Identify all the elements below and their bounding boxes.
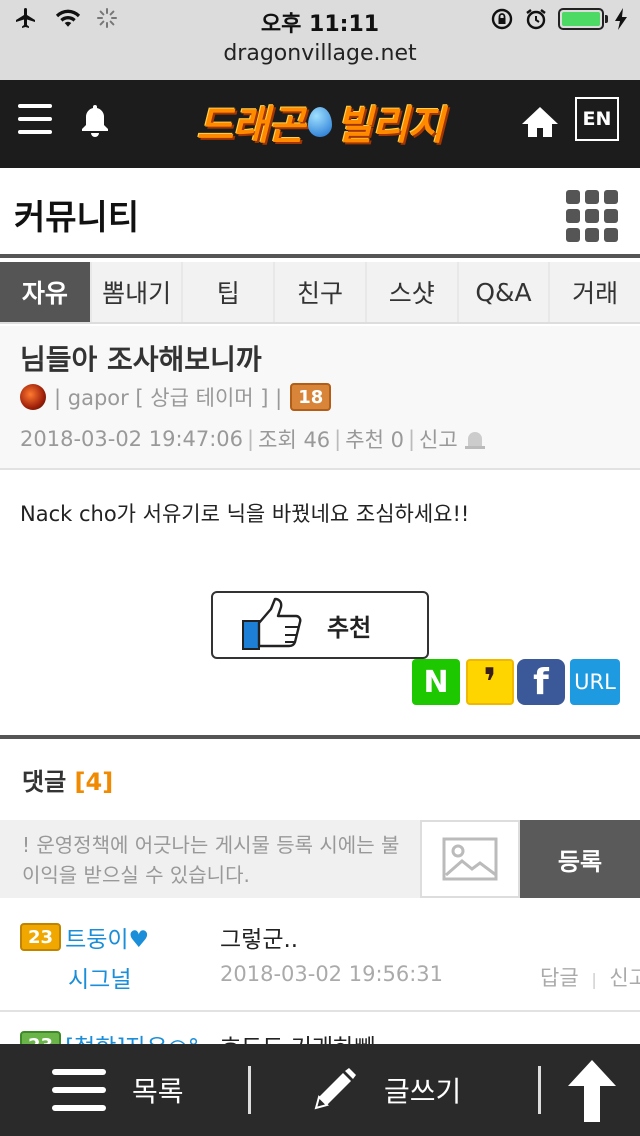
logo-text-right: 빌리지 [336,103,444,149]
action-separator: | [591,970,597,989]
write-button[interactable]: 글쓰기 [310,1044,461,1136]
comments-count: [4] [74,768,114,796]
copy-url-button[interactable]: URL [570,659,620,705]
url-bar[interactable]: dragonvillage.net [0,40,640,80]
report-link[interactable]: 신고 [419,424,458,454]
report-siren-icon[interactable] [462,428,488,450]
section-divider [0,735,640,739]
site-header: 드래곤 빌리지 EN [0,80,640,168]
post-author: | gapor [ 상급 테이머 ] | 18 [20,382,332,412]
tab-screenshots[interactable]: 스샷 [366,262,457,322]
tab-free[interactable]: 자유 [0,262,90,322]
comment-author-line2[interactable]: 시그널 [20,960,200,994]
notification-bell-icon[interactable] [78,102,112,138]
tab-qna[interactable]: Q&A [458,262,549,322]
tab-trade[interactable]: 거래 [550,262,640,322]
meta-separator: | [334,427,342,451]
comment-date: 2018-03-02 19:56:31 [220,962,444,986]
comment-item: 23 트둥이♥ 시그널 그렇군.. 2018-03-02 19:56:31 답글… [0,900,640,1012]
site-logo[interactable]: 드래곤 빌리지 [190,94,450,150]
list-label: 목록 [132,1075,184,1108]
list-button[interactable]: 목록 [52,1044,184,1136]
post-meta: 2018-03-02 19:47:06 | 조회 46 | 추천 0 | 신고 [20,424,488,454]
post-views: 조회 46 [258,428,331,452]
url-text: dragonvillage.net [223,41,417,66]
status-bar: 오후 11:11 [0,0,640,40]
bottom-toolbar: 목록 글쓰기 [0,1044,640,1136]
comment-user[interactable]: 23 트둥이♥ 시그널 [20,920,200,994]
post-header: 님들아 조사해보니까 | gapor [ 상급 테이머 ] | 18 2018-… [0,326,640,470]
scroll-top-arrow-icon[interactable] [564,1058,620,1124]
recommend-button[interactable]: 추천 [211,591,429,659]
status-right [490,7,628,31]
thumbs-up-icon [242,597,302,650]
comment-actions: 답글 | 신고 [540,962,640,992]
write-label: 글쓰기 [384,1075,462,1108]
toolbar-separator [538,1066,541,1114]
alarm-icon [526,9,546,30]
battery-icon [558,8,608,30]
page-title: 커뮤니티 [14,198,140,238]
comments-label: 댓글 [22,768,67,796]
battery-fill [562,12,600,26]
charging-icon [615,8,627,30]
author-avatar [20,384,46,410]
attach-image-button[interactable] [420,820,520,898]
post-title: 님들아 조사해보니까 [20,343,262,376]
post-recommend-count: 추천 0 [345,428,404,452]
naver-logo-icon: N [423,664,449,700]
recommend-label: 추천 [327,613,372,642]
share-facebook-button[interactable]: f [517,659,565,705]
kakao-logo-icon: ❜ [483,660,497,704]
share-kakao-button[interactable]: ❜ [466,659,514,705]
comment-text: 그렇군.. [220,927,299,953]
facebook-logo-icon: f [533,661,549,703]
language-button[interactable]: EN [575,97,619,141]
image-icon [442,837,498,881]
board-tabs: 자유 뽐내기 팁 친구 스샷 Q&A 거래 [0,262,640,324]
author-name[interactable]: | gapor [ 상급 테이머 ] | [54,382,282,412]
tab-showoff[interactable]: 뽐내기 [91,262,182,322]
tab-friends[interactable]: 친구 [275,262,365,322]
grid-menu-icon[interactable] [566,190,618,242]
menu-icon[interactable] [18,104,52,134]
home-icon[interactable] [520,102,560,142]
comment-report-link[interactable]: 신고 [609,966,640,990]
post-body: Nack cho가 서유기로 닉을 바꿨네요 조심하세요!! [20,502,470,526]
meta-separator: | [247,427,255,451]
reply-link[interactable]: 답글 [540,966,579,990]
community-header: 커뮤니티 [0,168,640,258]
comments-header: 댓글 [4] [22,762,113,797]
meta-separator: | [407,427,416,451]
comment-submit-button[interactable]: 등록 [520,820,640,898]
list-icon [52,1069,106,1111]
url-label: URL [574,670,616,694]
comment-author[interactable]: 트둥이♥ [65,920,149,954]
author-level-badge: 18 [290,383,332,411]
tab-tips[interactable]: 팁 [183,262,274,322]
rotation-lock-icon [491,8,513,30]
comment-form: ! 운영정책에 어긋나는 게시물 등록 시에는 불이익을 받으실 수 있습니다.… [0,820,640,898]
toolbar-separator [248,1066,251,1114]
post-date: 2018-03-02 19:47:06 [20,427,244,451]
logo-text-left: 드래곤 [196,103,305,149]
comment-input[interactable]: ! 운영정책에 어긋나는 게시물 등록 시에는 불이익을 받으실 수 있습니다. [22,830,402,890]
pencil-icon [314,1068,356,1110]
comment-level-badge: 23 [20,923,62,951]
logo-egg-icon [308,107,332,137]
share-naver-button[interactable]: N [412,659,460,705]
